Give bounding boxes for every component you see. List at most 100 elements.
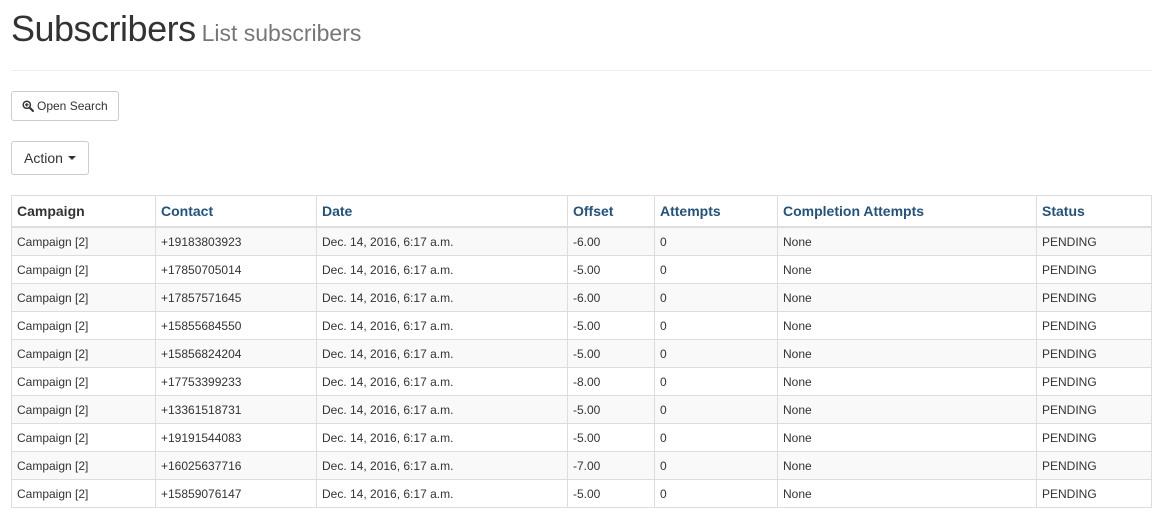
cell-offset: -5.00 xyxy=(567,395,655,424)
cell-date: Dec. 14, 2016, 6:17 a.m. xyxy=(316,395,568,424)
cell-completion-attempts: None xyxy=(777,479,1037,508)
cell-contact: +17857571645 xyxy=(155,283,317,312)
cell-status: PENDING xyxy=(1036,283,1152,312)
cell-campaign: Campaign [2] xyxy=(11,311,156,340)
cell-attempts: 0 xyxy=(654,423,778,452)
subscribers-table: Campaign Contact Date Offset Attempts Co… xyxy=(11,195,1152,508)
cell-campaign: Campaign [2] xyxy=(11,479,156,508)
cell-date: Dec. 14, 2016, 6:17 a.m. xyxy=(316,451,568,480)
cell-date: Dec. 14, 2016, 6:17 a.m. xyxy=(316,311,568,340)
cell-date: Dec. 14, 2016, 6:17 a.m. xyxy=(316,367,568,396)
cell-attempts: 0 xyxy=(654,479,778,508)
cell-attempts: 0 xyxy=(654,311,778,340)
table-row: Campaign [2] +17753399233 Dec. 14, 2016, 6… xyxy=(11,367,1152,396)
table-header-row: Campaign Contact Date Offset Attempts Co… xyxy=(11,195,1152,228)
cell-attempts: 0 xyxy=(654,367,778,396)
action-dropdown-button[interactable]: Action xyxy=(11,141,89,175)
cell-completion-attempts: None xyxy=(777,255,1037,284)
cell-campaign: Campaign [2] xyxy=(11,283,156,312)
column-header-completion-attempts[interactable]: Completion Attempts xyxy=(777,195,1037,228)
cell-attempts: 0 xyxy=(654,451,778,480)
cell-attempts: 0 xyxy=(654,226,778,256)
cell-campaign: Campaign [2] xyxy=(11,226,156,256)
cell-contact: +15855684550 xyxy=(155,311,317,340)
cell-completion-attempts: None xyxy=(777,311,1037,340)
cell-contact: +19191544083 xyxy=(155,423,317,452)
zoom-in-icon xyxy=(22,100,34,112)
cell-completion-attempts: None xyxy=(777,226,1037,256)
table-row: Campaign [2] +16025637716 Dec. 14, 2016, 6… xyxy=(11,451,1152,480)
cell-contact: +19183803923 xyxy=(155,226,317,256)
cell-attempts: 0 xyxy=(654,255,778,284)
column-header-campaign: Campaign xyxy=(11,195,156,228)
cell-status: PENDING xyxy=(1036,226,1152,256)
column-header-attempts[interactable]: Attempts xyxy=(654,195,778,228)
cell-completion-attempts: None xyxy=(777,395,1037,424)
cell-date: Dec. 14, 2016, 6:17 a.m. xyxy=(316,226,568,256)
subscribers-page: Subscribers List subscribers Open Search … xyxy=(0,0,1170,528)
cell-completion-attempts: None xyxy=(777,339,1037,368)
cell-offset: -6.00 xyxy=(567,226,655,256)
cell-completion-attempts: None xyxy=(777,283,1037,312)
column-header-status[interactable]: Status xyxy=(1036,195,1152,228)
cell-offset: -5.00 xyxy=(567,255,655,284)
cell-date: Dec. 14, 2016, 6:17 a.m. xyxy=(316,423,568,452)
cell-attempts: 0 xyxy=(654,339,778,368)
cell-campaign: Campaign [2] xyxy=(11,255,156,284)
cell-campaign: Campaign [2] xyxy=(11,395,156,424)
cell-contact: +16025637716 xyxy=(155,451,317,480)
table-body: Campaign [2] +19183803923 Dec. 14, 2016, 6… xyxy=(11,226,1152,508)
cell-completion-attempts: None xyxy=(777,367,1037,396)
page-subtitle: List subscribers xyxy=(201,20,362,46)
table-row: Campaign [2] +17857571645 Dec. 14, 2016, 6… xyxy=(11,283,1152,312)
action-label: Action xyxy=(24,150,63,166)
cell-contact: +13361518731 xyxy=(155,395,317,424)
table-row: Campaign [2] +15855684550 Dec. 14, 2016, 6… xyxy=(11,311,1152,340)
cell-campaign: Campaign [2] xyxy=(11,451,156,480)
cell-offset: -5.00 xyxy=(567,479,655,508)
table-row: Campaign [2] +17850705014 Dec. 14, 2016, 6… xyxy=(11,255,1152,284)
cell-date: Dec. 14, 2016, 6:17 a.m. xyxy=(316,339,568,368)
page-title: Subscribers xyxy=(11,8,196,49)
table-row: Campaign [2] +15859076147 Dec. 14, 2016, 6… xyxy=(11,479,1152,508)
table-row: Campaign [2] +19183803923 Dec. 14, 2016, 6… xyxy=(11,226,1152,256)
cell-date: Dec. 14, 2016, 6:17 a.m. xyxy=(316,255,568,284)
cell-status: PENDING xyxy=(1036,339,1152,368)
column-header-contact[interactable]: Contact xyxy=(155,195,317,228)
cell-attempts: 0 xyxy=(654,395,778,424)
cell-campaign: Campaign [2] xyxy=(11,367,156,396)
cell-status: PENDING xyxy=(1036,423,1152,452)
cell-contact: +15859076147 xyxy=(155,479,317,508)
table-row: Campaign [2] +19191544083 Dec. 14, 2016, 6… xyxy=(11,423,1152,452)
cell-date: Dec. 14, 2016, 6:17 a.m. xyxy=(316,283,568,312)
cell-campaign: Campaign [2] xyxy=(11,339,156,368)
cell-campaign: Campaign [2] xyxy=(11,423,156,452)
header-divider xyxy=(11,70,1151,71)
open-search-label: Open Search xyxy=(37,99,108,113)
page-header: Subscribers List subscribers xyxy=(11,8,361,50)
table-row: Campaign [2] +13361518731 Dec. 14, 2016, 6… xyxy=(11,395,1152,424)
cell-offset: -8.00 xyxy=(567,367,655,396)
cell-date: Dec. 14, 2016, 6:17 a.m. xyxy=(316,479,568,508)
cell-status: PENDING xyxy=(1036,395,1152,424)
cell-offset: -5.00 xyxy=(567,423,655,452)
cell-status: PENDING xyxy=(1036,255,1152,284)
cell-contact: +15856824204 xyxy=(155,339,317,368)
cell-contact: +17850705014 xyxy=(155,255,317,284)
cell-offset: -5.00 xyxy=(567,339,655,368)
cell-attempts: 0 xyxy=(654,283,778,312)
cell-contact: +17753399233 xyxy=(155,367,317,396)
column-header-offset[interactable]: Offset xyxy=(567,195,655,228)
open-search-button[interactable]: Open Search xyxy=(11,91,119,121)
caret-down-icon xyxy=(67,156,76,160)
cell-offset: -6.00 xyxy=(567,283,655,312)
cell-completion-attempts: None xyxy=(777,423,1037,452)
cell-status: PENDING xyxy=(1036,311,1152,340)
column-header-date[interactable]: Date xyxy=(316,195,568,228)
cell-offset: -5.00 xyxy=(567,311,655,340)
cell-completion-attempts: None xyxy=(777,451,1037,480)
cell-status: PENDING xyxy=(1036,451,1152,480)
table-row: Campaign [2] +15856824204 Dec. 14, 2016, 6… xyxy=(11,339,1152,368)
cell-offset: -7.00 xyxy=(567,451,655,480)
cell-status: PENDING xyxy=(1036,479,1152,508)
